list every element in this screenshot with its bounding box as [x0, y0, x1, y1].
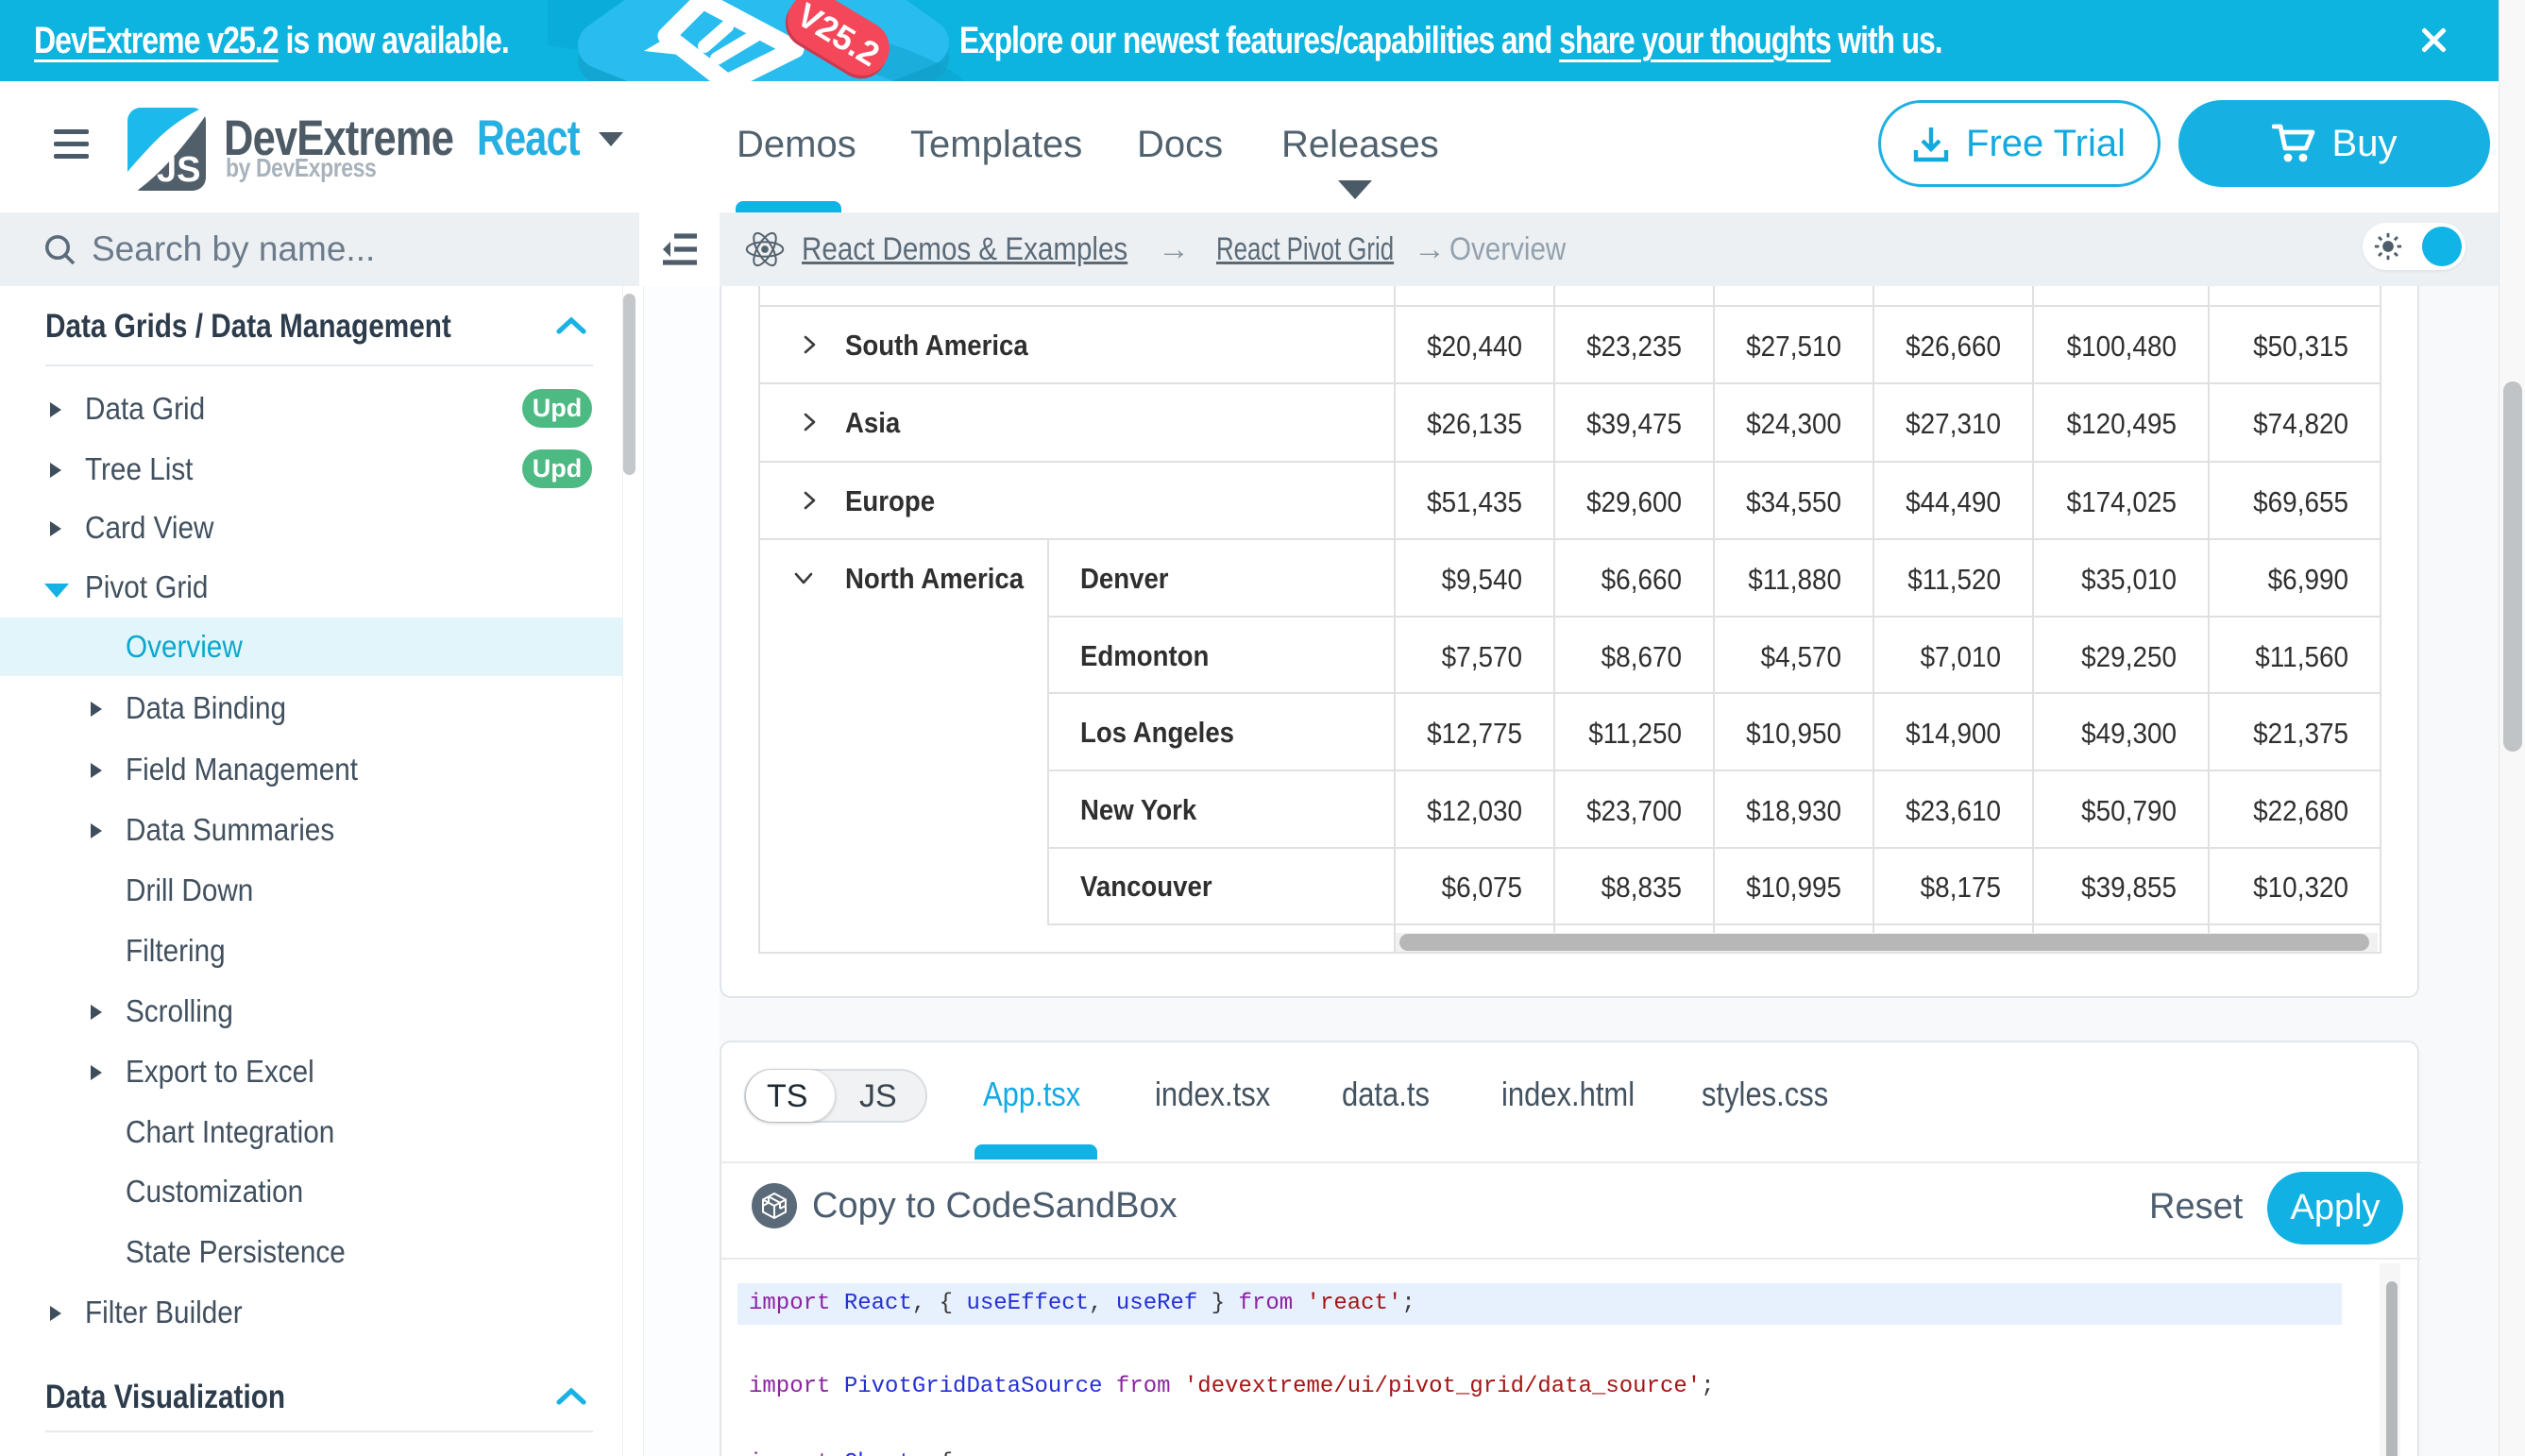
svg-text:JS: JS: [157, 150, 200, 190]
